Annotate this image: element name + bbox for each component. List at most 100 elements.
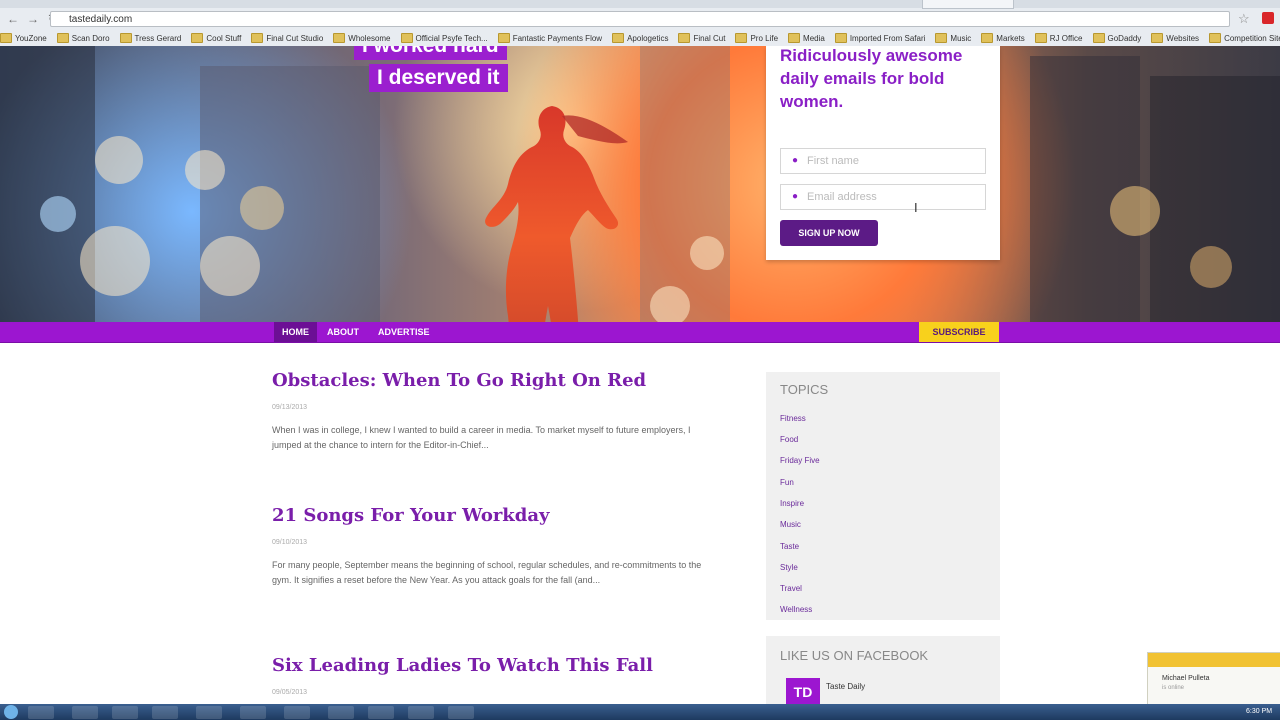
topic-link[interactable]: Fitness	[780, 414, 806, 423]
bokeh-light	[95, 136, 143, 184]
chat-header	[1148, 653, 1280, 667]
bookmark-label: GoDaddy	[1107, 33, 1142, 43]
bookmark-item[interactable]: Official Psyfe Tech...	[400, 33, 488, 43]
signup-box: Ridiculously awesome daily emails for bo…	[766, 46, 1000, 260]
bookmark-item[interactable]: Fantastic Payments Flow	[497, 33, 603, 43]
taskbar-app-icon[interactable]	[240, 706, 266, 719]
bookmark-item[interactable]: Competition Sites	[1209, 33, 1280, 43]
address-bar[interactable]: tastedaily.com	[50, 11, 1230, 27]
bookmark-item[interactable]: Pro Life	[735, 33, 778, 43]
bookmark-item[interactable]: RJ Office	[1034, 33, 1083, 43]
first-name-placeholder: First name	[807, 155, 859, 167]
folder-icon	[119, 33, 132, 43]
topic-link[interactable]: Fun	[780, 478, 794, 487]
bookmark-item[interactable]: YouZone	[0, 33, 47, 43]
bookmark-item[interactable]: Imported From Safari	[834, 33, 926, 43]
folder-icon	[1092, 33, 1105, 43]
nav-advertise[interactable]: ADVERTISE	[378, 322, 430, 342]
facebook-page-name[interactable]: Taste Daily	[826, 682, 865, 691]
folder-icon	[935, 33, 948, 43]
folder-icon	[735, 33, 748, 43]
taskbar-app-icon[interactable]	[72, 706, 98, 719]
browser-chrome: ← → ↻ □ tastedaily.com ☆ YouZoneScan Dor…	[0, 0, 1280, 47]
folder-icon	[0, 33, 12, 43]
bookmark-label: RJ Office	[1049, 33, 1083, 43]
topic-link[interactable]: Taste	[780, 542, 799, 551]
bookmark-item[interactable]: Markets	[981, 33, 1025, 43]
bookmark-label: Tress Gerard	[134, 33, 182, 43]
topic-link[interactable]: Music	[780, 520, 801, 529]
facebook-page-logo[interactable]: TD	[786, 678, 820, 706]
bokeh-light	[1110, 186, 1160, 236]
bookmarks-bar: YouZone Scan Doro Tress Gerard Cool Stuff Fi…	[0, 30, 1280, 46]
article-date: 09/10/2013	[272, 539, 308, 546]
subscribe-button[interactable]: SUBSCRIBE	[919, 322, 999, 342]
bookmark-label: Apologetics	[627, 33, 669, 43]
hero-tag-top: I worked hard	[354, 46, 507, 60]
text-cursor-icon: I	[914, 200, 918, 215]
bookmark-item[interactable]: Music	[935, 33, 971, 43]
sign-up-button[interactable]: SIGN UP NOW	[780, 220, 878, 246]
nav-home[interactable]: HOME	[274, 322, 317, 342]
article-date: 09/13/2013	[272, 404, 308, 411]
bookmark-item[interactable]: Final Cut Studio	[251, 33, 323, 43]
article-excerpt: For many people, September means the beg…	[272, 560, 702, 585]
bookmark-label: Websites	[1166, 33, 1200, 43]
nav-about[interactable]: ABOUT	[327, 322, 359, 342]
bokeh-light	[185, 150, 225, 190]
folder-icon	[56, 33, 69, 43]
forward-icon[interactable]: →	[26, 12, 40, 26]
bookmark-label: Scan Doro	[71, 33, 110, 43]
email-placeholder: Email address	[807, 191, 877, 203]
bookmark-item[interactable]: Final Cut	[678, 33, 725, 43]
topic-link[interactable]: Style	[780, 563, 798, 572]
article-title[interactable]: Obstacles: When To Go Right On Red	[272, 370, 646, 391]
topic-link[interactable]: Wellness	[780, 605, 812, 614]
main-nav: HOME ABOUT ADVERTISE	[0, 322, 1280, 343]
article-title[interactable]: 21 Songs For Your Workday	[272, 505, 550, 526]
bookmark-item[interactable]: Websites	[1151, 33, 1199, 43]
first-name-field[interactable]: ● First name	[780, 148, 986, 174]
windows-taskbar	[0, 704, 1280, 720]
bookmark-item[interactable]: Cool Stuff	[191, 33, 241, 43]
start-button-icon[interactable]	[4, 705, 18, 719]
folder-icon	[612, 33, 625, 43]
email-field[interactable]: ● Email address	[780, 184, 986, 210]
bookmark-label: Imported From Safari	[849, 33, 926, 43]
bookmark-star-icon[interactable]: ☆	[1238, 11, 1250, 27]
taskbar-app-icon[interactable]	[328, 706, 354, 719]
taskbar-app-icon[interactable]	[408, 706, 434, 719]
topic-link[interactable]: Food	[780, 435, 798, 444]
bookmark-item[interactable]: Tress Gerard	[119, 33, 182, 43]
bookmark-label: Wholesome	[348, 33, 391, 43]
taskbar-app-icon[interactable]	[284, 706, 310, 719]
topic-link[interactable]: Travel	[780, 584, 802, 593]
bookmark-item[interactable]: Wholesome	[333, 33, 391, 43]
bookmark-item[interactable]: Media	[788, 33, 825, 43]
building-shape	[640, 46, 730, 322]
bookmark-label: Music	[950, 33, 972, 43]
taskbar-app-icon[interactable]	[196, 706, 222, 719]
chat-notification[interactable]: Michael Pulleta is online	[1147, 652, 1280, 706]
taskbar-app-icon[interactable]	[112, 706, 138, 719]
topic-link[interactable]: Friday Five	[780, 456, 820, 465]
taskbar-app-icon[interactable]	[152, 706, 178, 719]
taskbar-app-icon[interactable]	[368, 706, 394, 719]
bookmark-item[interactable]: Scan Doro	[56, 33, 110, 43]
bookmark-label: Official Psyfe Tech...	[415, 33, 488, 43]
tab-strip	[0, 0, 1280, 8]
bookmark-label: Cool Stuff	[206, 33, 242, 43]
extension-icon[interactable]	[1262, 12, 1274, 24]
taskbar-app-icon[interactable]	[28, 706, 54, 719]
taskbar-app-icon[interactable]	[448, 706, 474, 719]
bookmark-label: Competition Sites	[1224, 33, 1280, 43]
article-title[interactable]: Six Leading Ladies To Watch This Fall	[272, 655, 653, 676]
article-excerpt: When I was in college, I knew I wanted t…	[272, 425, 691, 450]
bookmark-label: Fantastic Payments Flow	[512, 33, 603, 43]
topic-link[interactable]: Inspire	[780, 499, 804, 508]
back-icon[interactable]: ←	[6, 12, 20, 26]
taskbar-clock[interactable]: 6:30 PM	[1246, 704, 1272, 720]
bookmark-item[interactable]: Apologetics	[612, 33, 668, 43]
bookmark-label: Final Cut Studio	[266, 33, 324, 43]
bookmark-item[interactable]: GoDaddy	[1092, 33, 1142, 43]
